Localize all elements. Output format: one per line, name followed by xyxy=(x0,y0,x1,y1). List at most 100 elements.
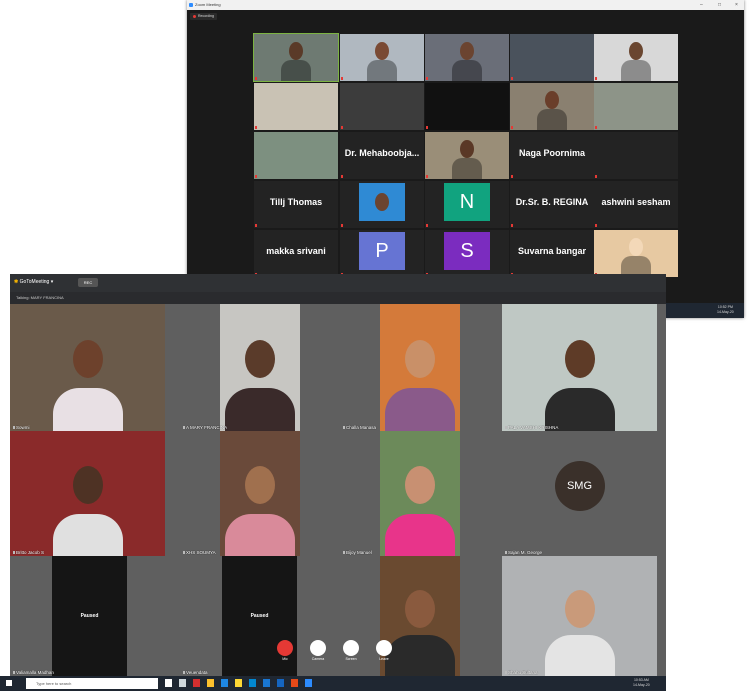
zoom-participant-tile[interactable] xyxy=(254,132,338,179)
zoom-participant-tile[interactable] xyxy=(510,83,594,130)
participant-name-display: Suvarna bangar xyxy=(517,245,587,256)
windows-start-icon[interactable] xyxy=(6,680,12,686)
camera-icon[interactable] xyxy=(310,640,326,656)
minimize-button[interactable]: – xyxy=(700,0,703,10)
participant-name-label: Britto Jacob S xyxy=(13,550,44,555)
zoom-participant-tile[interactable]: Suvarna bangar xyxy=(510,230,594,277)
zoom-participant-tile[interactable] xyxy=(425,132,509,179)
zoom-participant-tile[interactable] xyxy=(340,181,424,228)
zoom-participant-tile[interactable] xyxy=(253,33,339,82)
zoom-participant-tile[interactable] xyxy=(594,83,678,130)
app-name: GoToMeeting xyxy=(19,279,50,285)
camera-button[interactable]: Camera xyxy=(308,640,328,661)
leave-button[interactable]: Leave xyxy=(374,640,394,661)
participant-tile[interactable]: A MARY FRANCINA xyxy=(180,304,335,431)
participant-video xyxy=(254,34,338,81)
participant-name-label: PALA VAMSHI KRISHNA xyxy=(505,425,558,430)
participant-initial-avatar: N xyxy=(444,183,490,221)
participant-body xyxy=(385,513,455,556)
participant-tile[interactable]: Shahu Sultana xyxy=(502,556,657,676)
zoom-window-title: Zoom Meeting xyxy=(195,2,221,7)
participant-name-label: Veuendata xyxy=(183,670,208,675)
chrome-icon[interactable] xyxy=(207,679,214,687)
zoom-participant-tile[interactable]: makka srivani xyxy=(254,230,338,277)
close-button[interactable]: × xyxy=(735,0,738,10)
participant-name-label: XHS SOUMYA xyxy=(183,550,216,555)
app-logo: ✱ GoToMeeting ▾ xyxy=(14,279,53,285)
zoom-participant-tile[interactable] xyxy=(340,34,424,81)
zoom-participant-tile[interactable] xyxy=(254,83,338,130)
participant-tile[interactable]: Paused Valiamalla Madhan xyxy=(10,556,165,676)
mic-muted-icon xyxy=(426,224,428,227)
zoom-participant-tile[interactable]: ashwini sesham xyxy=(594,181,678,228)
maximize-button[interactable]: □ xyxy=(718,0,721,10)
powerpoint-icon[interactable] xyxy=(291,679,298,687)
participant-face xyxy=(460,42,474,60)
mic-muted-icon xyxy=(426,77,428,80)
participant-tile[interactable] xyxy=(340,556,495,676)
participant-name-label: Valiamalla Madhan xyxy=(13,670,54,675)
mic-icon xyxy=(343,426,345,429)
participant-tile[interactable]: Challa Manasa xyxy=(340,304,495,431)
zoom-participant-tile[interactable] xyxy=(510,34,594,81)
participant-tile[interactable]: PALA VAMSHI KRISHNA xyxy=(502,304,657,431)
mail-icon[interactable] xyxy=(263,679,270,687)
screen-share-button[interactable]: Screen xyxy=(341,640,361,661)
mic-button[interactable]: Mic xyxy=(275,640,295,661)
control-label: Screen xyxy=(345,657,357,661)
participant-face xyxy=(245,466,275,504)
participant-face xyxy=(564,589,595,628)
zoom-participant-tile[interactable] xyxy=(594,132,678,179)
participant-tile[interactable]: Britto Jacob S xyxy=(10,431,165,556)
participant-name: Challa Manasa xyxy=(346,425,377,430)
mic-muted-icon xyxy=(511,224,513,227)
mic-muted-icon xyxy=(255,126,257,129)
file-explorer-icon[interactable] xyxy=(235,679,242,687)
taskbar-search-input[interactable]: Type here to search xyxy=(26,678,158,689)
video-stage: Sowmi A MARY FRANCINA Challa Manasa PALA VA… xyxy=(10,304,666,679)
participant-body xyxy=(281,60,311,81)
participant-name: Britto Jacob S xyxy=(16,550,45,555)
mic-icon[interactable] xyxy=(277,640,293,656)
mic-muted-icon xyxy=(426,126,428,129)
zoom-participant-tile[interactable] xyxy=(425,83,509,130)
zoom-participant-tile[interactable] xyxy=(425,34,509,81)
phone-icon[interactable] xyxy=(376,640,392,656)
zoom-app-icon[interactable] xyxy=(305,679,312,687)
mic-muted-icon xyxy=(341,126,343,129)
taskbar-clock: 10:52 PM 14-May-20 xyxy=(717,305,734,315)
chevron-down-icon[interactable]: ▾ xyxy=(51,279,54,285)
mic-muted-icon xyxy=(511,77,513,80)
participant-tile[interactable]: SMG Sajan M. George xyxy=(502,431,657,556)
participant-tile[interactable]: Sowmi xyxy=(10,304,165,431)
participant-face xyxy=(545,91,559,109)
word-icon[interactable] xyxy=(277,679,284,687)
zoom-participant-tile[interactable]: Dr. Mehaboobja... xyxy=(340,132,424,179)
participant-video xyxy=(594,230,678,277)
media-app-icon[interactable] xyxy=(193,679,200,687)
participant-name-display: Dr. Mehaboobja... xyxy=(344,147,420,158)
zoom-participant-tile[interactable]: N xyxy=(425,181,509,228)
participant-tile[interactable]: Bijoy Manuel xyxy=(340,431,495,556)
search-icon[interactable] xyxy=(165,679,172,687)
zoom-participant-tile[interactable]: Tillj Thomas xyxy=(254,181,338,228)
edge-icon[interactable] xyxy=(221,679,228,687)
zoom-participant-tile[interactable]: Dr.Sr. B. REGINA xyxy=(510,181,594,228)
participant-body xyxy=(52,513,123,556)
participant-name: A MARY FRANCINA xyxy=(186,425,228,430)
zoom-participant-tile[interactable]: P xyxy=(340,230,424,277)
participant-body xyxy=(544,635,615,676)
participant-face xyxy=(375,193,389,211)
screen-icon[interactable] xyxy=(343,640,359,656)
store-icon[interactable] xyxy=(249,679,256,687)
recording-indicator[interactable]: Recording xyxy=(190,13,217,20)
zoom-participant-tile[interactable] xyxy=(594,34,678,81)
rec-pill[interactable]: REC xyxy=(78,278,98,287)
zoom-participant-tile[interactable]: Naga Poornima xyxy=(510,132,594,179)
zoom-participant-tile[interactable]: S xyxy=(425,230,509,277)
zoom-participant-tile[interactable] xyxy=(594,230,678,277)
task-view-icon[interactable] xyxy=(179,679,186,687)
participant-name: Sajan M. George xyxy=(508,550,543,555)
participant-tile[interactable]: XHS SOUMYA xyxy=(180,431,335,556)
zoom-participant-tile[interactable] xyxy=(340,83,424,130)
